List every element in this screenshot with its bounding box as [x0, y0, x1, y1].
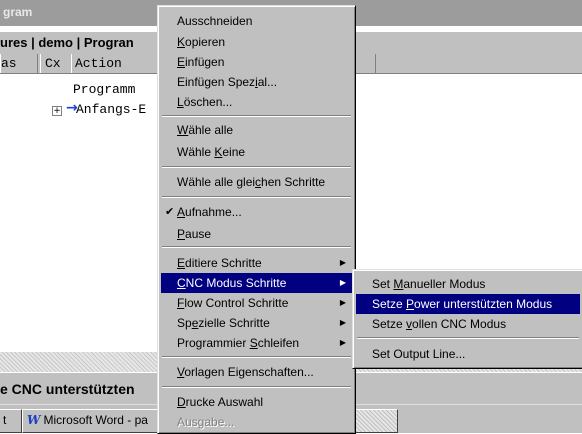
menu-separator: [162, 196, 351, 198]
menu-item-aufnahme[interactable]: ✔ Aufnahme...: [161, 202, 352, 222]
menu-item-spezielle-schritte[interactable]: Spezielle Schritte ▶: [161, 313, 352, 333]
submenu-item-vollen-cnc-modus[interactable]: Setze vollen CNC Modus: [356, 314, 580, 334]
word-icon: W: [27, 413, 41, 427]
submenu-item-manueller-modus[interactable]: Set Manueller Modus: [356, 274, 580, 294]
cnc-mode-submenu: Set Manueller Modus Setze Power unterstüt…: [352, 269, 582, 369]
menu-separator: [162, 166, 351, 168]
submenu-item-output-line[interactable]: Set Output Line...: [356, 344, 580, 364]
taskbar-button-program[interactable]: t: [0, 409, 22, 433]
tab-labels[interactable]: ures | demo | Progran: [0, 35, 134, 50]
menu-item-pause[interactable]: Pause: [161, 224, 352, 244]
menu-item-kopieren[interactable]: Kopieren: [161, 32, 352, 52]
submenu-arrow-icon: ▶: [339, 338, 346, 347]
menu-item-flow-control[interactable]: Flow Control Schritte ▶: [161, 293, 352, 313]
context-menu: Ausschneiden Kopieren Einfügen Einfügen Spe…: [157, 5, 356, 434]
taskbar-button-word[interactable]: W Microsoft Word - pa: [22, 409, 164, 433]
menu-separator: [162, 115, 351, 117]
submenu-item-power-modus[interactable]: Setze Power unterstützten Modus: [356, 294, 580, 314]
submenu-arrow-icon: ▶: [339, 318, 346, 327]
menu-item-editiere-schritte[interactable]: Editiere Schritte ▶: [161, 253, 352, 273]
expand-plus-icon[interactable]: +: [52, 106, 62, 116]
menu-item-waehle-alle[interactable]: Wähle alle: [161, 120, 352, 140]
submenu-arrow-icon: ▶: [339, 278, 346, 287]
menu-item-einfuegen-spezial[interactable]: Einfügen Spezial...: [161, 72, 352, 92]
column-header-as[interactable]: as: [0, 54, 38, 73]
menu-separator: [162, 386, 351, 388]
menu-item-cnc-modus[interactable]: CNC Modus Schritte ▶: [161, 273, 352, 293]
menu-item-ausgabe[interactable]: Ausgabe...: [161, 412, 352, 432]
column-header-cx[interactable]: Cx: [40, 54, 72, 73]
tree-item-label: Anfangs-E: [76, 102, 147, 117]
checkmark-icon: ✔: [165, 205, 175, 218]
menu-item-einfuegen[interactable]: Einfügen: [161, 52, 352, 72]
taskbar-word-label: Microsoft Word - pa: [43, 413, 148, 427]
menu-item-vorlagen-eigenschaften[interactable]: Vorlagen Eigenschaften...: [161, 362, 352, 382]
tree-item-programm[interactable]: Programm: [73, 82, 135, 97]
menu-item-programmier-schleifen[interactable]: Programmier Schleifen ▶: [161, 333, 352, 353]
menu-separator: [162, 356, 351, 358]
submenu-arrow-icon: ▶: [339, 298, 346, 307]
status-text: e CNC unterstützten: [0, 381, 135, 397]
menu-item-waehle-gleiche[interactable]: Wähle alle gleichen Schritte: [161, 172, 352, 192]
menu-item-waehle-keine[interactable]: Wähle Keine: [161, 142, 352, 162]
menu-separator: [162, 246, 351, 248]
window-title: gram: [3, 5, 33, 19]
menu-separator: [357, 337, 579, 339]
menu-item-ausschneiden[interactable]: Ausschneiden: [161, 11, 352, 31]
menu-item-drucke-auswahl[interactable]: Drucke Auswahl: [161, 392, 352, 412]
menu-item-loeschen[interactable]: Löschen...: [161, 92, 352, 112]
submenu-arrow-icon: ▶: [339, 258, 346, 267]
